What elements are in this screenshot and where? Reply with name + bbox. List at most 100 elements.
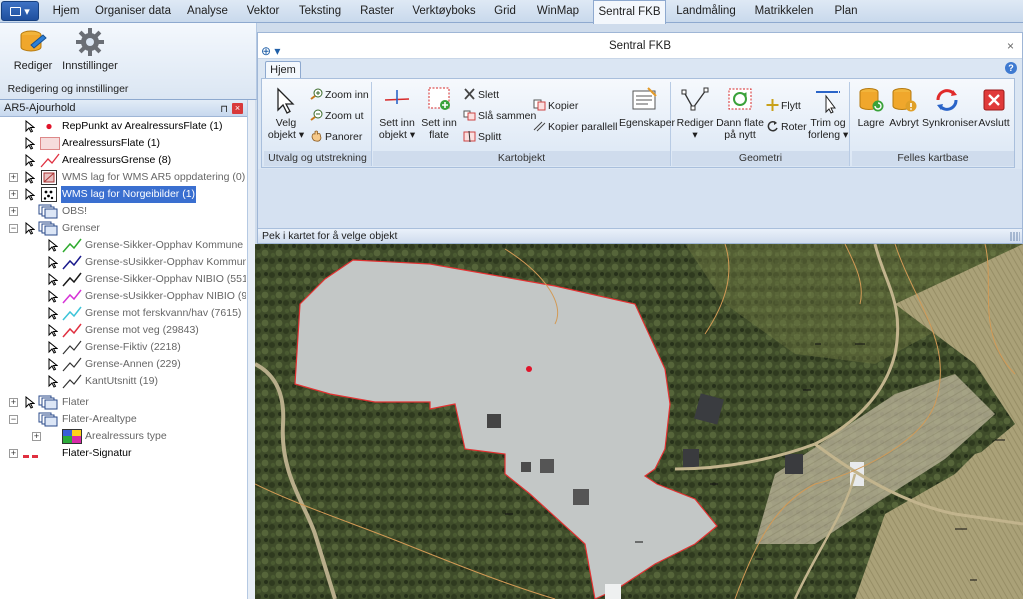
tree-item-label: OBS! [62,205,88,217]
expand-toggle[interactable]: + [9,190,18,199]
panorer-button[interactable]: Panorer [310,130,362,144]
tab-matrikkelen[interactable]: Matrikkelen [749,0,819,23]
avslutt-button[interactable]: Avslutt [976,86,1012,129]
tree-item-wms-norgeibilder[interactable]: + WMS lag for Norgeibilder (1) [0,186,246,203]
tree-item-grense[interactable]: Grense-Annen (229) [0,356,246,373]
tab-verktoyboks[interactable]: Verktøyboks [408,0,480,23]
tree-item-arealressurs-type[interactable]: + Arealressurs type [0,428,246,445]
hand-icon [310,130,323,142]
tab-analyse[interactable]: Analyse [180,0,235,23]
tree-group-flater-signatur[interactable]: + Flater-Signatur [0,445,246,462]
tree-item-kantutsnitt[interactable]: KantUtsnitt (19) [0,373,246,390]
roter-button[interactable]: Roter [766,120,807,134]
expand-toggle[interactable]: + [9,173,18,182]
tree-item-label: Flater-Signatur [62,447,132,459]
resize-grip-icon[interactable] [1010,232,1020,241]
tab-raster[interactable]: Raster [356,0,398,23]
wms-image-icon [41,187,57,202]
tree-item-grense[interactable]: Grense-sUsikker-Opphav Kommune (9 [0,254,246,271]
sla-sammen-button[interactable]: Slå sammen [463,109,536,123]
map-canvas[interactable] [255,244,1023,599]
kopier-parallell-button[interactable]: Kopier parallell [533,120,617,134]
tree-group-grenser[interactable]: − Grenser [0,220,246,237]
egenskaper-button[interactable]: Egenskaper [619,86,675,129]
avbryt-button[interactable]: Avbryt [888,86,920,129]
tab-teksting[interactable]: Teksting [290,0,350,23]
gear-icon [76,28,104,56]
group-utvalg: Velg objekt ▾ Zoom inn Zoom ut Panorer U… [264,82,372,166]
expand-toggle[interactable]: + [9,398,18,407]
tree-item-grense[interactable]: Grense-Sikker-Opphav Kommune (261 [0,237,246,254]
sett-inn-flate-button[interactable]: Sett inn flate [419,86,459,141]
tree-item-arealressursflate[interactable]: ArealressursFlate (1) [0,135,246,152]
trim-og-forleng-button[interactable]: Trim og forleng ▾ [808,86,848,141]
rotate-icon [766,120,779,132]
flytt-button[interactable]: Flytt [766,99,801,113]
collapse-toggle[interactable]: − [9,224,18,233]
select-arrow-icon [48,239,58,252]
group-label-felles: Felles kartbase [852,151,1014,166]
tree-item-grense[interactable]: Grense-Fiktiv (2218) [0,339,246,356]
sett-inn-objekt-button[interactable]: Sett inn objekt ▾ [377,86,417,141]
collapse-toggle[interactable]: − [9,415,18,424]
layer-group-icon [38,412,58,427]
polygon-symbol-icon [40,137,60,150]
help-icon[interactable]: ? [1005,62,1017,74]
tree-group-flater-arealtype[interactable]: − Flater-Arealtype [0,411,246,428]
close-panel-button[interactable]: × [232,103,243,114]
rediger-button[interactable]: Rediger [10,27,56,72]
slett-button[interactable]: Slett [463,88,499,102]
tab-landmaling[interactable]: Landmåling [673,0,739,23]
exit-icon [983,89,1005,111]
tab-fkb-hjem[interactable]: Hjem [265,61,301,79]
tree-item-label: WMS lag for Norgeibilder (1) [61,186,197,203]
tab-sentral-fkb[interactable]: Sentral FKB [593,0,666,24]
zoom-inn-button[interactable]: Zoom inn [310,88,369,102]
tab-plan[interactable]: Plan [828,0,864,23]
application-menu-button[interactable]: ▾ [1,1,39,21]
orthophoto-map [255,244,1023,599]
tab-winmap[interactable]: WinMap [532,0,584,23]
tree-item-grense[interactable]: Grense-Sikker-Opphav NIBIO (55107) [0,271,246,288]
database-edit-icon [20,30,47,52]
splitt-button[interactable]: Splitt [463,130,501,144]
tree-item-reppunkt[interactable]: RepPunkt av ArealressursFlate (1) [0,118,246,135]
expand-toggle[interactable]: + [9,207,18,216]
innstillinger-button[interactable]: Innstillinger [60,27,120,72]
tab-organiser-data[interactable]: Organiser data [91,0,175,23]
tree-item-grense[interactable]: Grense-sUsikker-Opphav NIBIO (928) [0,288,246,305]
expand-toggle[interactable]: + [32,432,41,441]
select-arrow-icon [48,307,58,320]
kopier-button[interactable]: Kopier [533,99,578,113]
pin-icon[interactable]: ⊓ [220,102,228,118]
tree-item-label: Grense mot ferskvann/hav (7615) [85,307,242,319]
tree-item-grense[interactable]: Grense mot veg (29843) [0,322,246,339]
lagre-button[interactable]: Lagre [856,86,886,129]
group-felles-kartbase: Lagre Avbryt Synkroniser Avslutt Felles … [852,82,1014,166]
menu-tab-bar: ▾ Hjem Organiser data Analyse Vektor Tek… [0,0,1023,24]
tree-group-flater[interactable]: + Flater [0,394,246,411]
rediger-geometri-button[interactable]: Rediger ▾ [676,86,714,141]
rep-point[interactable] [526,366,532,372]
tab-hjem[interactable]: Hjem [44,0,88,23]
zoom-ut-button[interactable]: Zoom ut [310,109,364,123]
group-kartobjekt: Sett inn objekt ▾ Sett inn flate Slett S… [373,82,675,166]
tab-vektor[interactable]: Vektor [240,0,286,23]
select-arrow-icon [48,358,58,371]
delete-icon [463,88,476,100]
tree-item-grense[interactable]: Grense mot ferskvann/hav (7615) [0,305,246,322]
line-symbol-icon [62,357,82,372]
synkroniser-button[interactable]: Synkroniser [922,86,977,129]
close-icon[interactable]: × [1007,33,1014,59]
tree-group-obs[interactable]: + OBS! [0,203,246,220]
expand-toggle[interactable]: + [9,449,18,458]
layer-panel-scrollbar[interactable] [247,100,255,599]
tree-item-label: Grense mot veg (29843) [85,324,199,336]
tab-grid[interactable]: Grid [488,0,522,23]
tree-item-arealressursgrense[interactable]: ArealressursGrense (8) [0,152,246,169]
tree-item-wms-ar5[interactable]: + WMS lag for WMS AR5 oppdatering (0) [0,169,246,186]
velg-objekt-button[interactable]: Velg objekt ▾ [266,86,306,141]
trim-extend-icon [816,91,840,114]
select-arrow-icon [48,290,58,303]
dann-flate-pa-nytt-button[interactable]: Dann flate på nytt [716,86,764,141]
